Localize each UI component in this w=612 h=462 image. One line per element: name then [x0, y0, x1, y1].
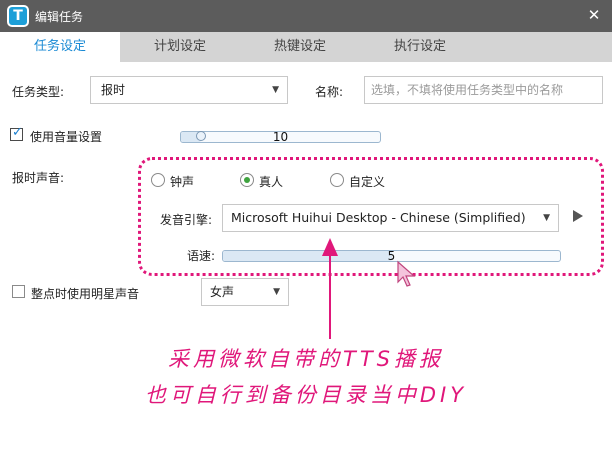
- annotation-line-2: 也可自行到备份目录当中DIY: [144, 383, 468, 407]
- annotation-line-1: 采用微软自带的TTS播报: [168, 347, 444, 371]
